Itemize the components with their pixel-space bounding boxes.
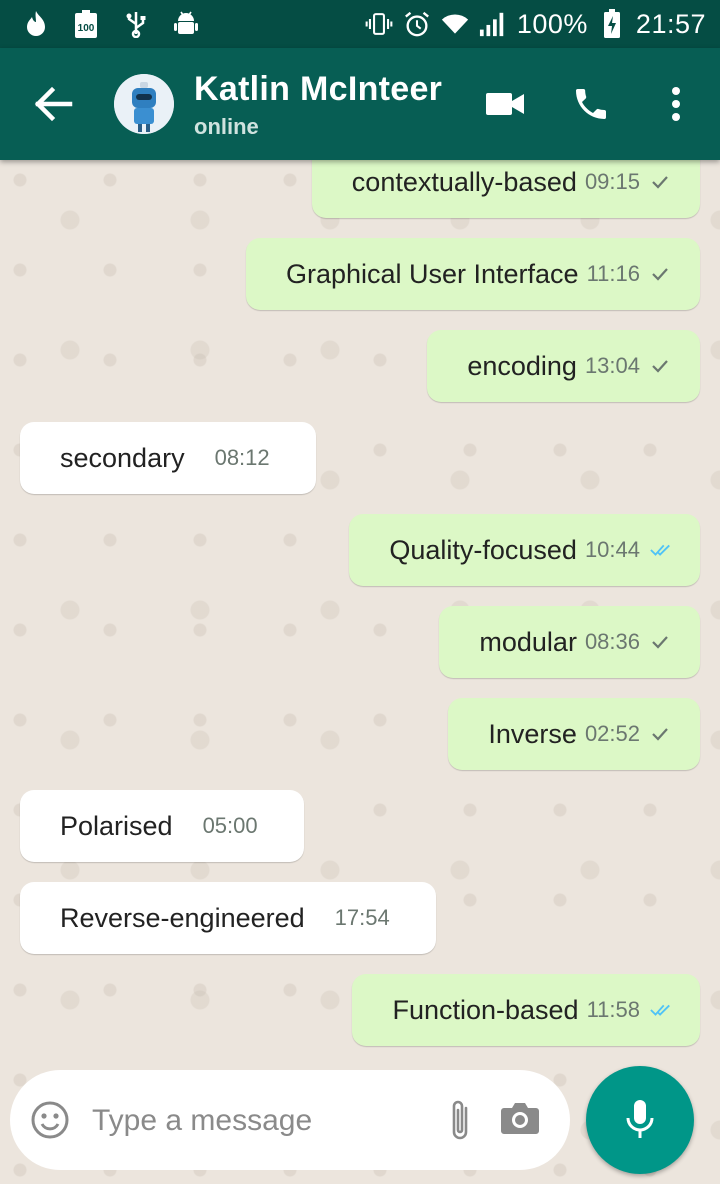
message-incoming[interactable]: secondary 08:12 xyxy=(20,422,316,494)
message-time: 02:52 xyxy=(584,721,640,746)
message-time: 09:15 xyxy=(584,169,640,194)
voice-record-button[interactable] xyxy=(586,1066,694,1174)
message-text: Quality-focused xyxy=(389,534,577,565)
message-input[interactable] xyxy=(90,1098,424,1144)
contact-avatar[interactable] xyxy=(114,74,174,134)
attach-button[interactable] xyxy=(446,1096,474,1144)
message-text: Reverse-engineered xyxy=(60,902,305,933)
sent-check-icon xyxy=(650,174,672,190)
message-outgoing[interactable]: encoding 13:04 xyxy=(427,330,700,402)
message-time: 11:16 xyxy=(586,261,640,286)
message-outgoing[interactable]: Inverse 02:52 xyxy=(448,698,700,770)
vibrate-icon xyxy=(365,10,393,38)
message-outgoing[interactable]: Graphical User Interface 11:16 xyxy=(245,238,700,310)
message-time: 05:00 xyxy=(202,813,258,838)
video-camera-icon xyxy=(486,93,524,115)
sent-check-icon xyxy=(650,726,672,742)
camera-icon xyxy=(501,1103,539,1134)
back-button[interactable] xyxy=(32,84,76,124)
message-text: Function-based xyxy=(392,994,579,1025)
read-double-check-icon xyxy=(650,1002,672,1018)
sent-check-icon xyxy=(650,266,672,282)
message-time: 08:12 xyxy=(214,445,270,470)
camera-button[interactable] xyxy=(500,1100,540,1140)
paperclip-icon xyxy=(452,1100,468,1140)
sent-check-icon xyxy=(650,634,672,650)
message-composer[interactable] xyxy=(10,1070,570,1170)
chat-header: Katlin McInteer online xyxy=(0,48,720,160)
more-options-button[interactable] xyxy=(664,84,688,124)
battery-charging-icon xyxy=(598,9,626,38)
status-bar: 100 100% 21:57 xyxy=(0,0,720,48)
emoji-button[interactable] xyxy=(30,1100,70,1140)
message-time: 11:58 xyxy=(586,997,640,1022)
message-text: encoding xyxy=(467,350,577,381)
message-text: Polarised xyxy=(60,810,173,841)
message-outgoing[interactable]: Function-based 11:58 xyxy=(352,974,700,1046)
message-outgoing[interactable]: contextually-based 09:15 xyxy=(311,160,700,218)
message-time: 10:44 xyxy=(584,537,640,562)
flame-app-icon xyxy=(22,10,50,38)
video-call-button[interactable] xyxy=(486,84,526,124)
message-outgoing[interactable]: modular 08:36 xyxy=(439,606,700,678)
message-text: modular xyxy=(479,626,577,657)
smiley-icon xyxy=(31,1101,69,1139)
message-text: Inverse xyxy=(488,718,577,749)
read-double-check-icon xyxy=(650,542,672,558)
more-vert-icon xyxy=(672,87,680,121)
clock: 21:57 xyxy=(635,8,706,39)
phone-icon xyxy=(576,89,606,119)
alarm-icon xyxy=(403,10,431,38)
sent-check-icon xyxy=(650,358,672,374)
message-time: 17:54 xyxy=(334,905,390,930)
message-text: contextually-based xyxy=(351,166,577,197)
message-incoming[interactable]: Polarised 05:00 xyxy=(20,790,304,862)
microphone-icon xyxy=(626,1100,654,1138)
message-time: 08:36 xyxy=(584,629,640,654)
message-text: Graphical User Interface xyxy=(285,258,579,289)
message-text: secondary xyxy=(60,442,185,473)
battery-saver-icon: 100 xyxy=(72,10,100,38)
message-time: 13:04 xyxy=(584,353,640,378)
battery-percent: 100% xyxy=(516,8,588,39)
message-outgoing[interactable]: Quality-focused 10:44 xyxy=(349,514,700,586)
contact-status: online xyxy=(194,114,259,139)
contact-name[interactable]: Katlin McInteer xyxy=(194,70,442,109)
message-list[interactable]: contextually-based 09:15 Graphical User … xyxy=(0,160,720,1184)
wifi-icon xyxy=(441,10,469,38)
svg-text:100: 100 xyxy=(78,23,95,34)
message-incoming[interactable]: Reverse-engineered 17:54 xyxy=(20,882,436,954)
voice-call-button[interactable] xyxy=(570,84,612,124)
android-debug-icon xyxy=(172,10,200,38)
usb-icon xyxy=(122,10,150,38)
signal-icon xyxy=(479,10,507,38)
